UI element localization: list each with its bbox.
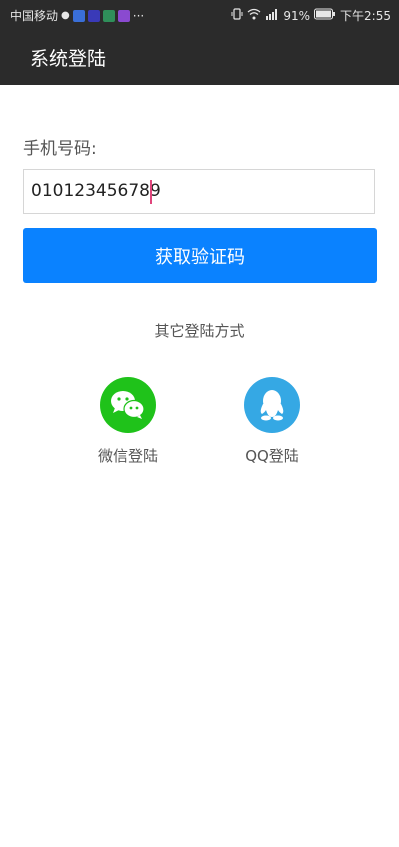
wifi-icon — [247, 8, 261, 23]
signal-icon — [265, 8, 279, 23]
status-right: 91% 下午2:55 — [231, 7, 391, 24]
battery-percent: 91% — [283, 8, 311, 23]
app-bar: 系统登陆 — [0, 30, 399, 85]
get-verification-code-button[interactable]: 获取验证码 — [23, 228, 377, 283]
app-notification-icon — [102, 9, 115, 22]
phone-number-value: 010123456789 — [31, 181, 161, 201]
vibrate-icon — [231, 8, 243, 23]
wechat-notification-icon: ● — [61, 10, 70, 21]
qq-icon[interactable] — [244, 377, 300, 433]
status-left: 中国移动 ● ··· — [10, 7, 144, 24]
wechat-login-option[interactable]: 微信登陆 — [68, 377, 188, 466]
other-login-heading: 其它登陆方式 — [154, 322, 245, 340]
app-notification-icon — [72, 9, 85, 22]
page-title: 系统登陆 — [30, 48, 107, 70]
phone-number-input[interactable]: 010123456789 — [23, 169, 375, 214]
clock: 下午2:55 — [340, 9, 391, 23]
more-notifications: ··· — [132, 8, 145, 23]
battery-icon — [314, 8, 336, 23]
text-caret — [150, 180, 152, 204]
phone-label: 手机号码: — [23, 139, 97, 159]
qq-login-option[interactable]: QQ登陆 — [212, 377, 332, 466]
app-notification-icon — [87, 9, 100, 22]
wechat-login-label: 微信登陆 — [97, 447, 158, 465]
wechat-icon[interactable] — [100, 377, 156, 433]
qq-login-label: QQ登陆 — [245, 447, 299, 465]
status-bar: 中国移动 ● ··· 91% 下午2:55 — [0, 0, 399, 30]
carrier-label: 中国移动 — [10, 9, 59, 23]
app-notification-icon — [117, 9, 130, 22]
